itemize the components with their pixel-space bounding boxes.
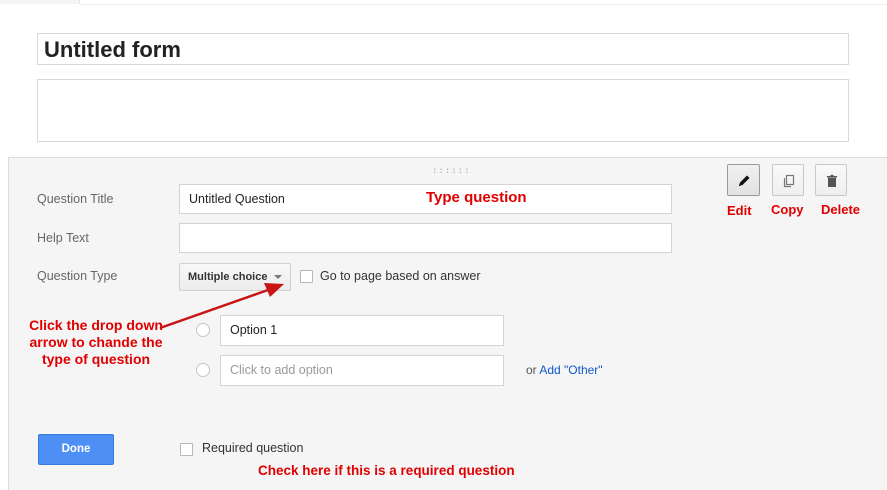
annotation-edit: Edit — [727, 203, 752, 218]
add-option-input[interactable]: Click to add option — [220, 355, 504, 386]
annotation-copy: Copy — [771, 202, 804, 217]
help-text-input[interactable] — [179, 223, 672, 253]
copy-icon — [783, 174, 795, 188]
question-type-label: Question Type — [37, 269, 118, 283]
option-1-radio — [196, 323, 210, 337]
annotation-type-question: Type question — [426, 189, 527, 206]
required-question-checkbox[interactable] — [180, 443, 193, 456]
trash-icon — [827, 174, 837, 187]
question-type-value: Multiple choice — [188, 271, 268, 283]
form-title-input[interactable]: Untitled form — [37, 33, 849, 65]
help-text-label: Help Text — [37, 231, 89, 245]
goto-page-checkbox[interactable] — [300, 270, 313, 283]
add-other-link[interactable]: Add "Other" — [539, 363, 602, 377]
pencil-icon — [739, 175, 750, 186]
chevron-down-icon[interactable] — [274, 275, 282, 279]
required-question-label: Required question — [202, 441, 304, 455]
copy-button[interactable] — [772, 164, 804, 196]
form-description-input[interactable] — [37, 79, 849, 142]
goto-page-label: Go to page based on answer — [320, 269, 481, 283]
top-tab-edge — [0, 0, 80, 4]
or-text: or — [526, 363, 537, 377]
annotation-delete: Delete — [821, 202, 861, 217]
edit-button[interactable] — [727, 164, 760, 196]
annotation-required: Check here if this is a required questio… — [258, 463, 515, 478]
done-button[interactable]: Done — [38, 434, 114, 465]
delete-button[interactable] — [815, 164, 847, 196]
question-type-select[interactable]: Multiple choice — [179, 263, 291, 291]
top-divider — [80, 4, 887, 5]
question-title-label: Question Title — [37, 192, 114, 206]
annotation-drop-arrow: Click the drop down arrow to chande the … — [29, 317, 163, 367]
option-2-radio — [196, 363, 210, 377]
option-1-input[interactable]: Option 1 — [220, 315, 504, 346]
drag-handle[interactable]: :::::: — [432, 166, 471, 176]
add-other-text: or Add "Other" — [526, 363, 603, 377]
